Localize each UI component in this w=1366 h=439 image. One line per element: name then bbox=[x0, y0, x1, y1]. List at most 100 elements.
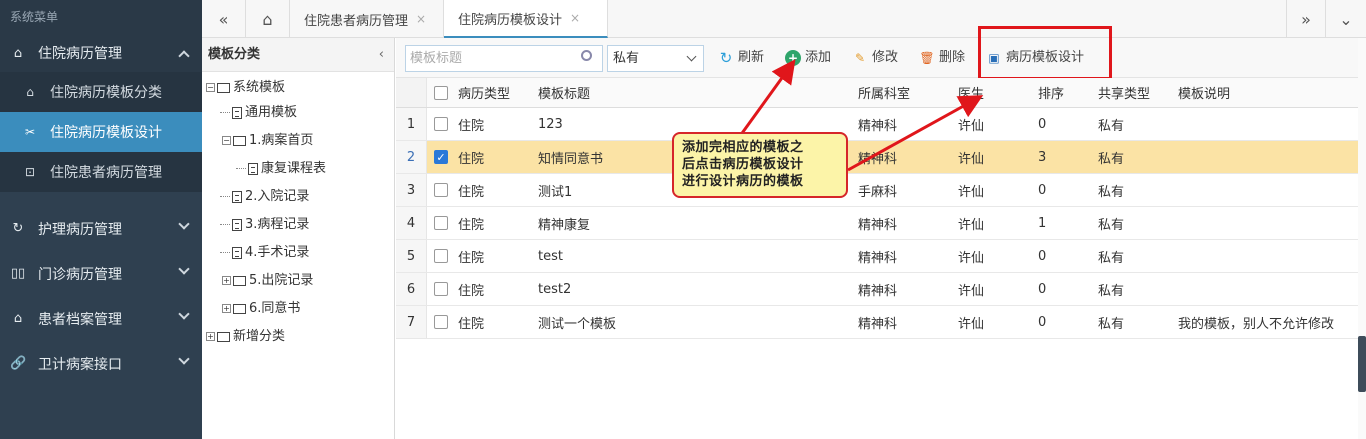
tree-header: 模板分类 ‹ bbox=[202, 38, 394, 72]
tab-template-design[interactable]: 住院病历模板设计 × bbox=[444, 0, 608, 38]
sidebar-group-outpatient-records[interactable]: ▯▯ 门诊病历管理 bbox=[0, 251, 202, 296]
search-input[interactable] bbox=[405, 45, 603, 72]
toolbar: 私有 ↻ 刷新 + 添加 ✎ 修改 🗑 删除 ▣ 病历模板设计 bbox=[396, 26, 1358, 80]
row-number: 2 bbox=[396, 141, 427, 173]
edit-button[interactable]: ✎ 修改 bbox=[852, 48, 898, 68]
table-row-selected[interactable]: 2 ✓ 住院 知情同意书 精神科 许仙 3 私有 bbox=[396, 141, 1358, 174]
tree-node-label: 康复课程表 bbox=[261, 161, 327, 176]
select-all-checkbox[interactable] bbox=[434, 78, 448, 107]
column-header[interactable]: 模板说明 bbox=[1178, 78, 1230, 107]
refresh-button[interactable]: ↻ 刷新 bbox=[718, 48, 764, 68]
tree-node-discharge[interactable]: +5.出院记录 bbox=[222, 269, 313, 293]
home-icon: ⌂ bbox=[262, 9, 273, 29]
tree-connector bbox=[236, 168, 246, 169]
checkmark-icon: ✓ bbox=[434, 150, 448, 164]
sidebar-group-label: 门诊病历管理 bbox=[38, 266, 122, 283]
row-checkbox[interactable]: ✓ bbox=[434, 141, 448, 173]
main-content: 私有 ↻ 刷新 + 添加 ✎ 修改 🗑 删除 ▣ 病历模板设计 病历类型 bbox=[396, 26, 1358, 439]
table-row[interactable]: 5 住院 test 精神科 许仙 0 私有 bbox=[396, 240, 1358, 273]
delete-label: 删除 bbox=[939, 50, 966, 65]
table-row[interactable]: 3 住院 测试1 手麻科 许仙 0 私有 bbox=[396, 174, 1358, 207]
sidebar-group-label: 患者档案管理 bbox=[38, 311, 122, 328]
sidebar-group-patient-archive[interactable]: ⌂ 患者档案管理 bbox=[0, 296, 202, 341]
sidebar-item-template-category[interactable]: ⌂ 住院病历模板分类 bbox=[0, 72, 202, 112]
tree-node-general[interactable]: 通用模板 bbox=[220, 101, 297, 125]
plus-icon: + bbox=[785, 50, 801, 66]
sidebar-group-health-interface[interactable]: 🔗 卫计病案接口 bbox=[0, 341, 202, 386]
tree-node-label: 通用模板 bbox=[245, 105, 298, 120]
expand-node-icon[interactable]: + bbox=[222, 276, 231, 285]
cell-title: test bbox=[538, 248, 563, 264]
row-number: 3 bbox=[396, 174, 427, 206]
close-icon[interactable]: × bbox=[570, 11, 580, 25]
sidebar-item-patient-records[interactable]: ⊡ 住院患者病历管理 bbox=[0, 152, 202, 192]
row-number: 6 bbox=[396, 273, 427, 305]
row-checkbox[interactable] bbox=[434, 240, 448, 272]
row-checkbox[interactable] bbox=[434, 108, 448, 140]
tree-node-progress[interactable]: 3.病程记录 bbox=[220, 213, 309, 237]
chevron-down-icon bbox=[178, 353, 190, 365]
sidebar-item-template-design[interactable]: ✂ 住院病历模板设计 bbox=[0, 112, 202, 152]
column-header[interactable]: 医生 bbox=[958, 78, 984, 107]
column-header[interactable]: 共享类型 bbox=[1098, 78, 1150, 107]
sidebar-group-label: 护理病历管理 bbox=[38, 221, 122, 238]
tree-node-consent[interactable]: +6.同意书 bbox=[222, 297, 300, 321]
collapse-node-icon[interactable]: − bbox=[206, 83, 215, 92]
table-row[interactable]: 1 住院 123 精神科 许仙 0 私有 bbox=[396, 108, 1358, 141]
row-checkbox[interactable] bbox=[434, 273, 448, 305]
cell-order: 0 bbox=[1038, 248, 1047, 264]
tree-node-surgery[interactable]: 4.手术记录 bbox=[220, 241, 309, 265]
tree-node-admission[interactable]: 2.入院记录 bbox=[220, 185, 309, 209]
tree-connector bbox=[220, 224, 230, 225]
column-header[interactable]: 所属科室 bbox=[858, 78, 910, 107]
sidebar: 系统菜单 ⌂ 住院病历管理 ⌂ 住院病历模板分类 ✂ 住院病历模板设计 ⊡ 住院… bbox=[0, 0, 202, 439]
sidebar-item-label: 住院病历模板设计 bbox=[50, 125, 162, 141]
checkbox-icon bbox=[434, 117, 448, 131]
tree-node-system-templates[interactable]: − 系统模板 bbox=[206, 76, 285, 100]
sidebar-group-inpatient-records[interactable]: ⌂ 住院病历管理 bbox=[0, 34, 202, 72]
scroll-tabs-left-button[interactable]: « bbox=[202, 0, 246, 38]
cell-share: 私有 bbox=[1098, 316, 1125, 332]
cell-title: 测试一个模板 bbox=[538, 316, 617, 332]
search-icon[interactable] bbox=[581, 50, 592, 61]
collapse-panel-icon[interactable]: ‹ bbox=[379, 38, 384, 72]
callout-line: 后点击病历模板设计 bbox=[682, 157, 804, 172]
share-type-select[interactable]: 私有 bbox=[607, 45, 704, 72]
column-header[interactable]: 病历类型 bbox=[458, 78, 510, 107]
tab-patient-records[interactable]: 住院患者病历管理 × bbox=[290, 0, 444, 38]
home-tab-button[interactable]: ⌂ bbox=[246, 0, 290, 38]
delete-button[interactable]: 🗑 删除 bbox=[919, 48, 965, 68]
tree-node-new-category[interactable]: + 新增分类 bbox=[206, 325, 285, 349]
cell-title: 精神康复 bbox=[538, 217, 591, 233]
collapse-node-icon[interactable]: − bbox=[222, 136, 231, 145]
tab-menu-button[interactable]: ⌄ bbox=[1326, 0, 1366, 38]
tree-node-label: 5.出院记录 bbox=[249, 273, 314, 288]
close-icon[interactable]: × bbox=[416, 12, 426, 26]
cell-dept: 手麻科 bbox=[858, 184, 898, 200]
cell-desc: 我的模板，别人不允许修改 bbox=[1178, 316, 1335, 332]
link-icon: 🔗 bbox=[10, 356, 27, 371]
tab-label: 住院患者病历管理 bbox=[304, 13, 409, 29]
row-checkbox[interactable] bbox=[434, 207, 448, 239]
expand-node-icon[interactable]: + bbox=[222, 304, 231, 313]
tree-node-label: 6.同意书 bbox=[249, 301, 301, 316]
table-row[interactable]: 6 住院 test2 精神科 许仙 0 私有 bbox=[396, 273, 1358, 306]
scissors-icon: ✂ bbox=[24, 125, 36, 139]
sidebar-group-nursing-records[interactable]: ↻ 护理病历管理 bbox=[0, 206, 202, 251]
column-header[interactable]: 模板标题 bbox=[538, 78, 590, 107]
tree-node-label: 4.手术记录 bbox=[245, 245, 310, 260]
scrollbar-thumb[interactable] bbox=[1358, 336, 1366, 392]
table-row[interactable]: 4 住院 精神康复 精神科 许仙 1 私有 bbox=[396, 207, 1358, 240]
expand-node-icon[interactable]: + bbox=[206, 332, 215, 341]
tree-node-rehab-schedule[interactable]: 康复课程表 bbox=[236, 157, 326, 181]
tree-node-case-front[interactable]: − 1.病案首页 bbox=[222, 129, 313, 153]
row-checkbox[interactable] bbox=[434, 174, 448, 206]
column-header[interactable]: 排序 bbox=[1038, 78, 1064, 107]
table-row[interactable]: 7 住院 测试一个模板 精神科 许仙 0 私有 我的模板，别人不允许修改 bbox=[396, 306, 1358, 339]
tab-label: 住院病历模板设计 bbox=[458, 12, 563, 28]
row-checkbox[interactable] bbox=[434, 306, 448, 338]
add-button[interactable]: + 添加 bbox=[785, 48, 831, 68]
scroll-tabs-right-button[interactable]: » bbox=[1286, 0, 1326, 38]
cell-type: 住院 bbox=[458, 217, 485, 233]
document-icon bbox=[232, 190, 242, 203]
